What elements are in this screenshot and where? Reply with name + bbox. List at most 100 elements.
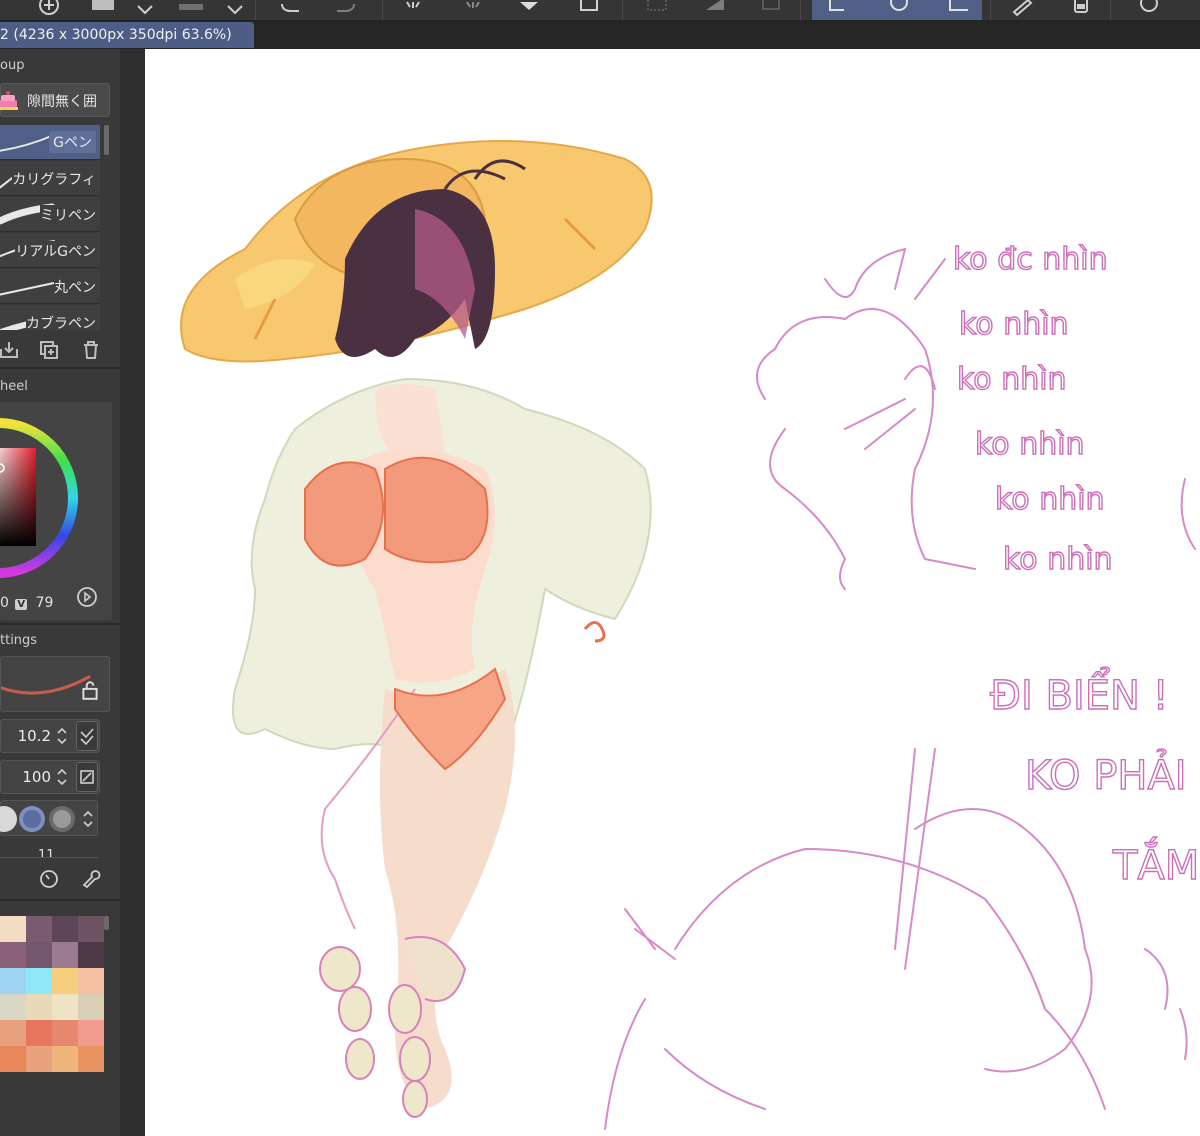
brush-tip-stepper[interactable] xyxy=(81,805,95,833)
sketch-note-line: ko nhìn xyxy=(995,482,1105,517)
palette-swatch[interactable] xyxy=(52,942,78,968)
brush-item[interactable]: カブラペン xyxy=(0,305,100,330)
cake-icon xyxy=(0,86,23,114)
sketch-note-line: ko nhìn xyxy=(1003,542,1113,577)
brush-stroke-preview-icon xyxy=(0,134,55,152)
brush-name: ミリペン xyxy=(40,205,96,225)
palette-swatch[interactable] xyxy=(78,1046,104,1072)
fill-icon[interactable] xyxy=(514,0,544,20)
brush-item[interactable]: カリグラフィ xyxy=(0,161,100,196)
left-panel: oup 隙間無く囲 Gペン カリグラフィ ミリペン リアルGペン 丸ペン カブラペン he… xyxy=(0,49,120,1136)
device-icon[interactable] xyxy=(1066,0,1096,20)
rect-select-icon[interactable] xyxy=(944,0,974,20)
brush-item[interactable]: リアルGペン xyxy=(0,233,100,268)
undo-icon[interactable] xyxy=(276,0,306,20)
brush-item[interactable]: ミリペン xyxy=(0,197,100,232)
color-palette xyxy=(0,916,104,1132)
brush-list-scrollbar[interactable] xyxy=(104,125,109,155)
document-tab[interactable]: 2 (4236 x 3000px 350dpi 63.6%) xyxy=(0,22,254,48)
palette-swatch[interactable] xyxy=(0,968,26,994)
brush-name: Gペン xyxy=(49,131,96,153)
save-icon[interactable] xyxy=(88,0,118,20)
palette-swatch[interactable] xyxy=(78,994,104,1020)
clear-outside-icon[interactable] xyxy=(458,0,488,20)
brush-tip-option[interactable] xyxy=(0,806,17,832)
palette-swatch[interactable] xyxy=(26,994,52,1020)
chevron-down-icon[interactable] xyxy=(220,0,250,20)
brush-size-stepper[interactable] xyxy=(55,722,69,750)
play-circle-icon[interactable] xyxy=(76,586,98,608)
pressure-toggle-button[interactable] xyxy=(76,721,98,751)
brush-stroke-preview xyxy=(0,656,110,712)
lock-icon[interactable] xyxy=(79,679,99,700)
brush-tip-option[interactable] xyxy=(49,806,75,832)
opacity-stepper[interactable] xyxy=(55,763,69,791)
wrench-icon[interactable] xyxy=(80,867,102,889)
sketch-shout-line: TẮM xyxy=(1112,836,1199,889)
palette-swatch[interactable] xyxy=(52,1046,78,1072)
palette-swatch[interactable] xyxy=(78,1020,104,1046)
pen-icon[interactable] xyxy=(1008,0,1038,20)
chevron-down-icon[interactable] xyxy=(130,0,160,20)
brush-list: GペンカリグラフィミリペンリアルGペン丸ペンカブラペン xyxy=(0,125,102,330)
value-channel-value: 79 xyxy=(35,595,54,611)
brush-tip-option-selected[interactable] xyxy=(19,806,45,832)
brush-name: カブラペン xyxy=(26,313,96,330)
brush-name: リアルGペン xyxy=(15,241,96,261)
palette-swatch[interactable] xyxy=(26,1046,52,1072)
brush-stroke-preview-icon xyxy=(0,282,55,296)
sketch-shout-line: KO PHẢI xyxy=(1025,748,1187,799)
brush-item[interactable]: 丸ペン xyxy=(0,269,100,304)
palette-swatch[interactable] xyxy=(26,1020,52,1046)
opacity-pressure-button[interactable] xyxy=(76,762,98,792)
duplicate-icon[interactable] xyxy=(38,339,60,361)
value-channel-label: V xyxy=(15,599,28,610)
palette-swatch[interactable] xyxy=(52,968,78,994)
palette-swatch[interactable] xyxy=(26,916,52,942)
palette-swatch[interactable] xyxy=(78,968,104,994)
saturation-value: 0 xyxy=(0,595,9,611)
palette-swatch[interactable] xyxy=(26,942,52,968)
sub-tool-set-label: 隙間無く囲 xyxy=(27,94,97,110)
lasso-select-icon[interactable] xyxy=(824,0,854,20)
palette-swatch[interactable] xyxy=(0,1020,26,1046)
brush-name: 丸ペン xyxy=(54,277,96,297)
palette-swatch[interactable] xyxy=(0,1046,26,1072)
brush-name: カリグラフィ xyxy=(12,169,96,189)
sub-tool-set-tab[interactable]: 隙間無く囲 xyxy=(0,83,110,117)
palette-swatch[interactable] xyxy=(52,1020,78,1046)
color-wheel-title: heel xyxy=(0,379,28,394)
sketch-note-line: ko nhìn xyxy=(959,307,1069,342)
transform-icon[interactable] xyxy=(574,0,604,20)
import-icon[interactable] xyxy=(0,339,20,361)
clear-icon[interactable] xyxy=(398,0,428,20)
palette-swatch[interactable] xyxy=(52,994,78,1020)
palette-swatch[interactable] xyxy=(0,942,26,968)
help-icon[interactable] xyxy=(1134,0,1164,20)
invert-selection-icon[interactable] xyxy=(700,0,730,20)
palette-swatch[interactable] xyxy=(0,916,26,942)
palette-swatch[interactable] xyxy=(0,994,26,1020)
panel-divider[interactable] xyxy=(120,49,145,1136)
artwork: ko đc nhìn ko nhìn ko nhìn ko nhìn ko nh… xyxy=(180,140,1200,1130)
print-icon[interactable] xyxy=(176,0,206,20)
palette-swatch[interactable] xyxy=(52,916,78,942)
stopwatch-icon[interactable] xyxy=(38,867,60,889)
sketch-note-line: ko nhìn xyxy=(957,362,1067,397)
palette-scrollbar[interactable] xyxy=(104,916,109,930)
drawing-canvas[interactable]: ko đc nhìn ko nhìn ko nhìn ko nhìn ko nh… xyxy=(145,49,1200,1136)
sketch-note-line: ko đc nhìn xyxy=(953,242,1108,277)
trash-icon[interactable] xyxy=(80,339,102,361)
color-value-readout: 0 V 79 xyxy=(0,595,53,611)
deselect-icon[interactable] xyxy=(642,0,672,20)
palette-swatch[interactable] xyxy=(78,916,104,942)
redo-icon[interactable] xyxy=(330,0,360,20)
brush-item[interactable]: Gペン xyxy=(0,125,100,160)
top-toolbar xyxy=(0,0,1200,21)
palette-swatch[interactable] xyxy=(26,968,52,994)
new-canvas-icon[interactable] xyxy=(34,0,64,20)
palette-swatch[interactable] xyxy=(78,942,104,968)
selection-layer-icon[interactable] xyxy=(756,0,786,20)
ellipse-select-icon[interactable] xyxy=(884,0,914,20)
sketch-note-line: ko nhìn xyxy=(975,427,1085,462)
